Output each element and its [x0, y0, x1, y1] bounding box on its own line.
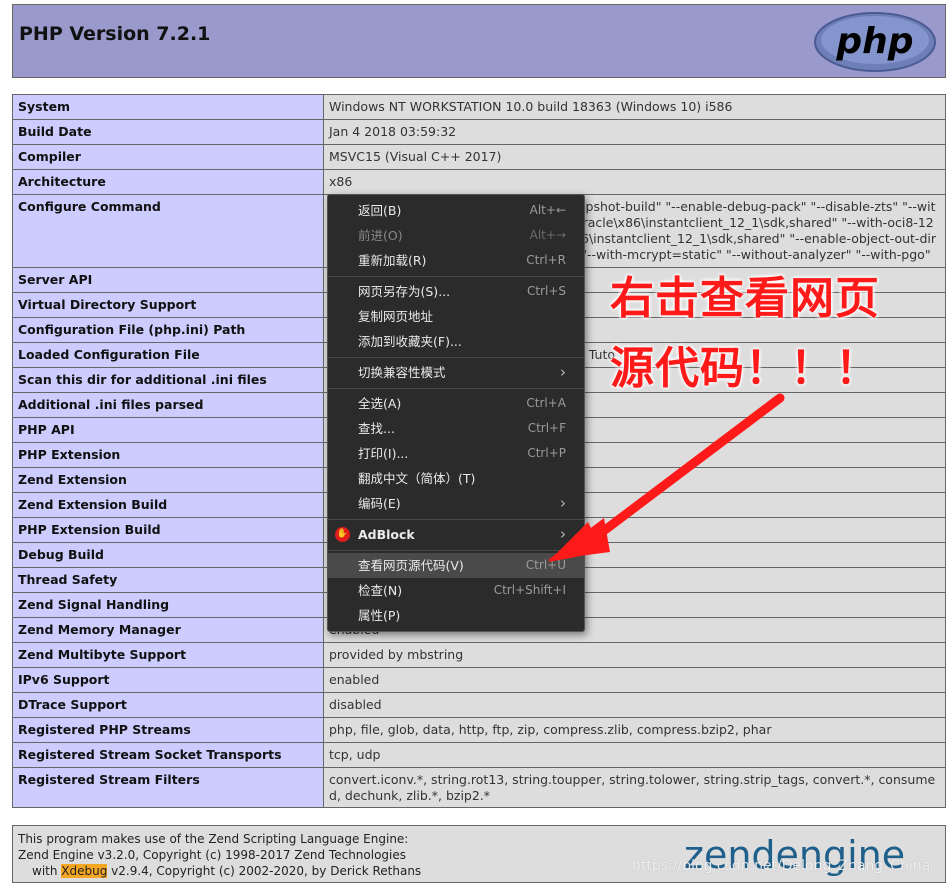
row-key: Additional .ini files parsed [12, 392, 324, 418]
row-key: Scan this dir for additional .ini files [12, 367, 324, 393]
menu-item-translate[interactable]: 翻成中文（简体）(T) [328, 466, 584, 491]
menu-item-save-as[interactable]: 网页另存为(S)... Ctrl+S [328, 279, 584, 304]
row-key: Debug Build [12, 542, 324, 568]
row-value: x86 [323, 169, 946, 195]
row-value: provided by mbstring [323, 642, 946, 668]
table-row: DTrace Support disabled [12, 692, 946, 718]
php-logo-text: php [835, 21, 913, 62]
chevron-right-icon: › [560, 525, 566, 543]
row-key: Loaded Configuration File [12, 342, 324, 368]
row-key: PHP Extension [12, 442, 324, 468]
xdebug-highlight: Xdebug [61, 864, 108, 878]
menu-item-compat-mode[interactable]: 切换兼容性模式 › [328, 360, 584, 385]
php-header: PHP Version 7.2.1 php [12, 4, 946, 78]
row-value: Jan 4 2018 03:59:32 [323, 119, 946, 145]
table-row: Registered Stream Filters convert.iconv.*… [12, 767, 946, 808]
zend-footer: This program makes use of the Zend Scrip… [12, 825, 946, 883]
menu-item-view-source[interactable]: 查看网页源代码(V) Ctrl+U [328, 553, 584, 578]
chevron-right-icon: › [560, 363, 566, 381]
row-key: Zend Multibyte Support [12, 642, 324, 668]
php-logo-icon: php [814, 12, 936, 72]
row-key: Thread Safety [12, 567, 324, 593]
menu-item-find[interactable]: 查找... Ctrl+F [328, 416, 584, 441]
row-value: MSVC15 (Visual C++ 2017) [323, 144, 946, 170]
row-value: php, file, glob, data, http, ftp, zip, c… [323, 717, 946, 743]
table-row: Compiler MSVC15 (Visual C++ 2017) [12, 144, 946, 170]
watermark-text: https://blog.csdn.net/Delong_Zhang_China [632, 858, 931, 874]
menu-item-select-all[interactable]: 全选(A) Ctrl+A [328, 391, 584, 416]
menu-separator [328, 357, 584, 358]
row-key: Server API [12, 267, 324, 293]
menu-item-properties[interactable]: 属性(P) [328, 603, 584, 628]
menu-item-back[interactable]: 返回(B) Alt+← [328, 198, 584, 223]
row-value: tcp, udp [323, 742, 946, 768]
row-key: IPv6 Support [12, 667, 324, 693]
footer-xdebug-info: v2.9.4, Copyright (c) 2002-2020, by Deri… [107, 864, 422, 878]
menu-item-inspect[interactable]: 检查(N) Ctrl+Shift+I [328, 578, 584, 603]
chevron-right-icon: › [560, 494, 566, 512]
table-row: IPv6 Support enabled [12, 667, 946, 693]
menu-item-add-favorite[interactable]: 添加到收藏夹(F)... [328, 329, 584, 354]
row-key: PHP Extension Build [12, 517, 324, 543]
adblock-hand-icon: ✋ [335, 527, 350, 542]
menu-separator [328, 276, 584, 277]
menu-separator [328, 519, 584, 520]
row-key: PHP API [12, 417, 324, 443]
menu-item-encoding[interactable]: 编码(E) › [328, 491, 584, 516]
menu-item-print[interactable]: 打印(I)... Ctrl+P [328, 441, 584, 466]
row-key: Zend Extension Build [12, 492, 324, 518]
row-value: Windows NT WORKSTATION 10.0 build 18363 … [323, 94, 946, 120]
menu-item-copy-url[interactable]: 复制网页地址 [328, 304, 584, 329]
annotation-line-1: 右击查看网页 [610, 273, 880, 324]
context-menu: 返回(B) Alt+← 前进(O) Alt+→ 重新加载(R) Ctrl+R 网页另存… [327, 194, 585, 632]
table-row: Registered PHP Streams php, file, glob, d… [12, 717, 946, 743]
table-row: System Windows NT WORKSTATION 10.0 build … [12, 94, 946, 120]
row-key: Zend Extension [12, 467, 324, 493]
annotation-line-2: 源代码！！！ [610, 343, 880, 394]
footer-with: with [32, 864, 62, 878]
menu-item-forward: 前进(O) Alt+→ [358, 228, 566, 243]
table-row: Zend Multibyte Support provided by mbstri… [12, 642, 946, 668]
row-key: Architecture [12, 169, 324, 195]
row-key: Virtual Directory Support [12, 292, 324, 318]
row-key: Zend Memory Manager [12, 617, 324, 643]
menu-separator [328, 550, 584, 551]
row-key: Registered PHP Streams [12, 717, 324, 743]
row-value: disabled [323, 692, 946, 718]
row-value: convert.iconv.*, string.rot13, string.to… [323, 767, 946, 808]
row-key: Configuration File (php.ini) Path [12, 317, 324, 343]
row-key: DTrace Support [12, 692, 324, 718]
row-key: Zend Signal Handling [12, 592, 324, 618]
row-key: Registered Stream Socket Transports [12, 742, 324, 768]
row-key: Registered Stream Filters [12, 767, 324, 808]
page-title: PHP Version 7.2.1 [19, 23, 211, 45]
table-row: Registered Stream Socket Transports tcp, … [12, 742, 946, 768]
menu-item-adblock[interactable]: ✋ AdBlock › [328, 522, 584, 547]
table-row: Architecture x86 [12, 169, 946, 195]
row-value: enabled [323, 667, 946, 693]
row-key: Configure Command [12, 194, 324, 268]
row-key: System [12, 94, 324, 120]
table-row: Build Date Jan 4 2018 03:59:32 [12, 119, 946, 145]
row-key: Compiler [12, 144, 324, 170]
row-key: Build Date [12, 119, 324, 145]
menu-item-reload[interactable]: 重新加载(R) Ctrl+R [328, 248, 584, 273]
menu-separator [328, 388, 584, 389]
